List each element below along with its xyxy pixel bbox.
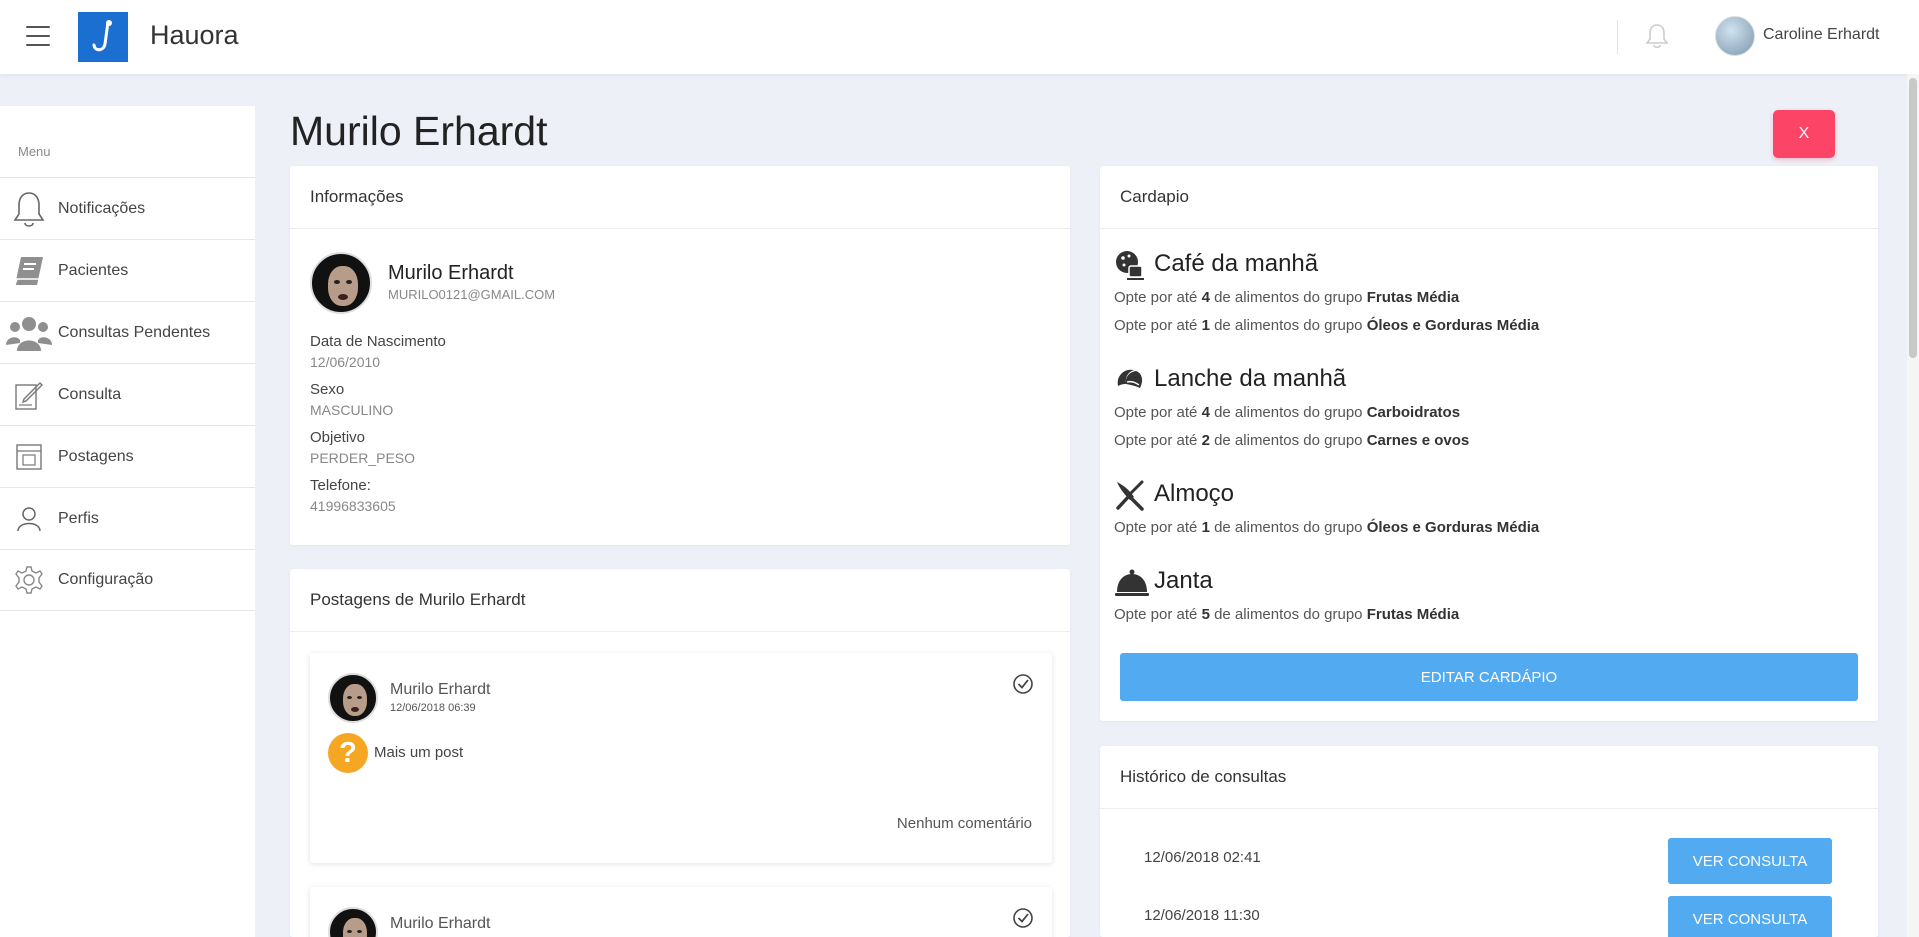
view-consultation-button[interactable]: VER CONSULTA	[1668, 838, 1832, 884]
meal-line: Opte por até 1 de alimentos do grupo Óle…	[1114, 519, 1540, 536]
patient-name: Murilo Erhardt	[388, 262, 514, 284]
patient-avatar	[310, 252, 372, 314]
post-author: Murilo Erhardt	[390, 681, 491, 698]
post-item: Murilo Erhardt 12/06/2018 06:39 ? Mais u…	[310, 653, 1052, 863]
field-value: 41996833605	[310, 498, 396, 514]
close-button[interactable]: X	[1773, 110, 1835, 158]
posts-card: Postagens de Murilo Erhardt Murilo Erhar…	[290, 569, 1070, 937]
sidebar-item-label: Consultas Pendentes	[58, 323, 211, 341]
history-card: Histórico de consultas 12/06/2018 02:41 …	[1100, 746, 1878, 937]
post-date: 12/06/2018 06:39	[390, 702, 476, 714]
question-icon: ?	[328, 733, 368, 773]
coffee-cookie-icon	[1114, 249, 1146, 281]
meal-title: Café da manhã	[1154, 250, 1319, 277]
card-header: Informações	[290, 166, 1070, 229]
book-icon	[0, 240, 58, 302]
top-bar: Hauora Caroline Erhardt	[0, 0, 1919, 74]
app-title: Hauora	[150, 20, 239, 50]
card-header: Postagens de Murilo Erhardt	[290, 569, 1070, 632]
sidebar-item-label: Pacientes	[58, 261, 129, 279]
users-icon	[0, 302, 58, 364]
check-circle-icon[interactable]	[1012, 907, 1034, 929]
sidebar-item-label: Consulta	[58, 385, 122, 403]
sidebar-item-consultas-pendentes[interactable]: Consultas Pendentes	[0, 301, 255, 363]
edit-menu-button[interactable]: EDITAR CARDÁPIO	[1120, 653, 1858, 701]
notification-bell-icon[interactable]	[1644, 22, 1670, 50]
field-value: 12/06/2010	[310, 354, 381, 370]
user-name[interactable]: Caroline Erhardt	[1763, 26, 1880, 44]
meal-title: Lanche da manhã	[1154, 365, 1347, 392]
meal-title: Almoço	[1154, 480, 1235, 507]
croissant-icon	[1114, 364, 1146, 396]
card-header: Cardapio	[1100, 166, 1878, 229]
menu-card: Cardapio Café da manhã Opte por até 4 de…	[1100, 166, 1878, 721]
consultation-date: 12/06/2018 02:41	[1144, 849, 1261, 866]
meal-line: Opte por até 5 de alimentos do grupo Fru…	[1114, 606, 1460, 623]
user-icon	[0, 488, 58, 550]
card-header: Histórico de consultas	[1100, 746, 1878, 809]
sidebar-item-pacientes[interactable]: Pacientes	[0, 239, 255, 301]
sidebar-item-label: Notificações	[58, 199, 146, 217]
user-avatar[interactable]	[1715, 16, 1755, 56]
sidebar-item-label: Postagens	[58, 447, 134, 465]
sidebar-item-label: Perfis	[58, 509, 99, 527]
view-consultation-button[interactable]: VER CONSULTA	[1668, 896, 1832, 937]
meal-title: Janta	[1154, 567, 1213, 594]
divider	[1617, 20, 1618, 54]
utensils-icon	[1114, 479, 1146, 511]
gear-icon	[0, 549, 58, 611]
sidebar-item-notificacoes[interactable]: Notificações	[0, 177, 255, 239]
field-label: Sexo	[310, 381, 345, 398]
sidebar-item-configuracao[interactable]: Configuração	[0, 549, 255, 611]
cloche-icon	[1114, 566, 1149, 598]
meal-line: Opte por até 4 de alimentos do grupo Car…	[1114, 404, 1461, 421]
bell-icon	[0, 178, 58, 240]
post-author-avatar	[328, 673, 378, 723]
meal-line: Opte por até 1 de alimentos do grupo Óle…	[1114, 317, 1540, 334]
sidebar-item-label: Configuração	[58, 571, 154, 588]
meal-line: Opte por até 2 de alimentos do grupo Car…	[1114, 432, 1470, 449]
field-value: MASCULINO	[310, 402, 394, 418]
sidebar: Menu Notificações Pacientes Consultas Pe…	[0, 106, 255, 937]
post-item: Murilo Erhardt	[310, 887, 1052, 937]
page-title: Murilo Erhardt	[290, 108, 548, 154]
check-circle-icon[interactable]	[1012, 673, 1034, 695]
post-author: Murilo Erhardt	[390, 915, 491, 932]
field-label: Telefone:	[310, 477, 371, 494]
consultation-date: 12/06/2018 11:30	[1144, 907, 1260, 924]
field-value: PERDER_PESO	[310, 450, 416, 466]
info-card: Informações Murilo Erhardt MURILO0121@GM…	[290, 166, 1070, 545]
edit-note-icon	[0, 364, 58, 426]
post-text: Mais um post	[374, 744, 464, 761]
app-logo[interactable]	[78, 12, 128, 62]
hamburger-menu-icon[interactable]	[26, 26, 50, 46]
sidebar-item-consulta[interactable]: Consulta	[0, 363, 255, 425]
patient-email: MURILO0121@GMAIL.COM	[388, 287, 556, 302]
sidebar-caption: Menu	[18, 144, 51, 159]
sidebar-item-perfis[interactable]: Perfis	[0, 487, 255, 549]
sidebar-item-postagens[interactable]: Postagens	[0, 425, 255, 487]
post-author-avatar	[328, 907, 378, 937]
field-label: Data de Nascimento	[310, 333, 446, 350]
field-label: Objetivo	[310, 429, 366, 446]
post-icon	[0, 426, 58, 488]
scrollbar-thumb[interactable]	[1909, 78, 1917, 358]
meal-line: Opte por até 4 de alimentos do grupo Fru…	[1114, 289, 1460, 306]
post-comments-link[interactable]: Nenhum comentário	[897, 815, 1032, 832]
